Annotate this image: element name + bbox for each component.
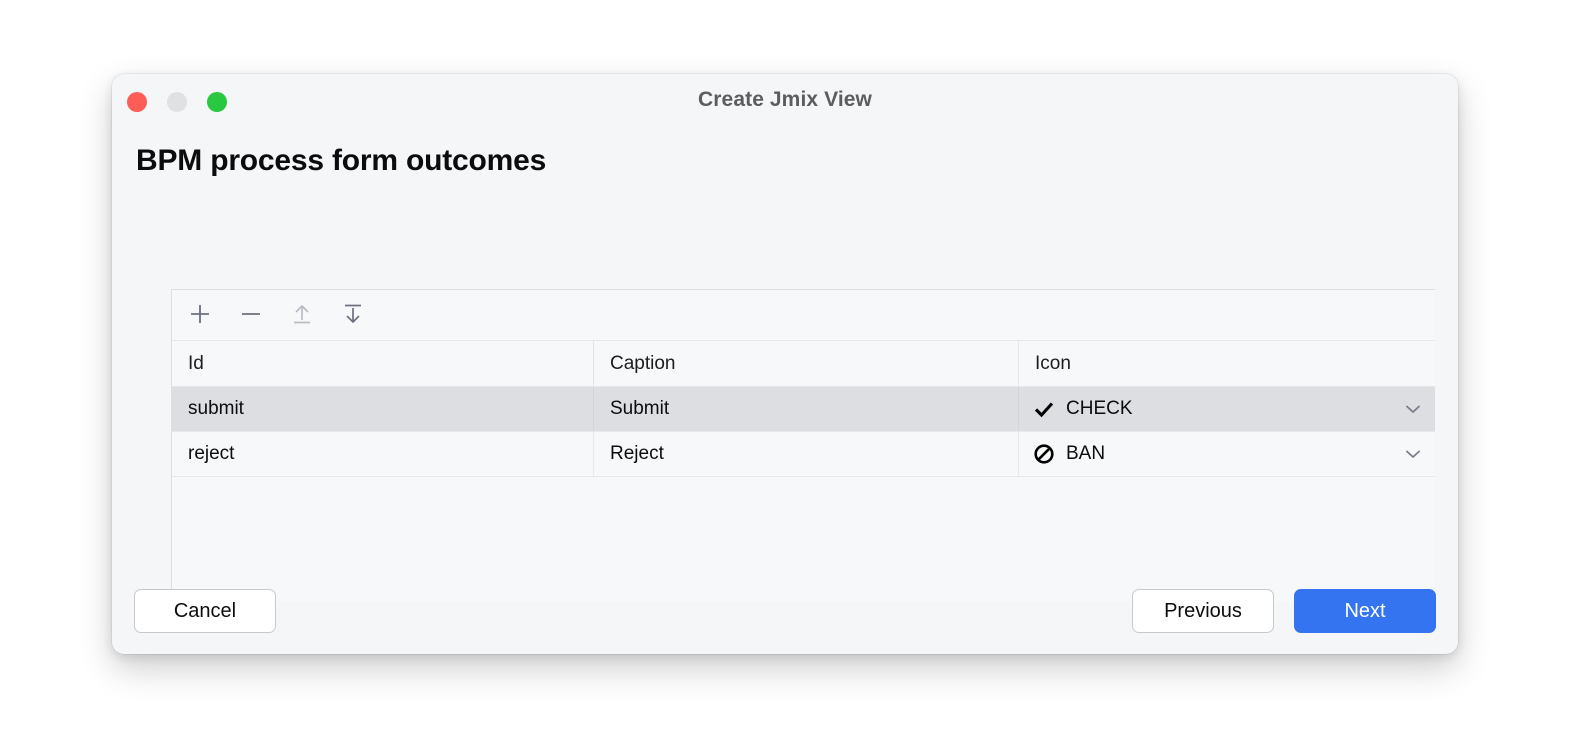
cell-icon[interactable]: BAN <box>1018 432 1435 476</box>
cell-id[interactable]: reject <box>172 432 593 476</box>
cell-caption[interactable]: Submit <box>593 387 1018 431</box>
cell-icon-label: CHECK <box>1066 398 1133 420</box>
move-down-button[interactable] <box>338 300 368 330</box>
table-row[interactable]: reject Reject BAN <box>172 432 1435 477</box>
next-button[interactable]: Next <box>1294 589 1436 633</box>
plus-icon <box>187 301 213 330</box>
table-toolbar <box>172 289 1435 341</box>
create-jmix-view-dialog: Create Jmix View BPM process form outcom… <box>112 74 1458 654</box>
chevron-down-icon[interactable] <box>1403 444 1423 464</box>
outcomes-table-panel: Id Caption Icon submit Submit CHECK <box>171 289 1435 602</box>
dialog-titlebar: Create Jmix View <box>112 74 1458 130</box>
column-header-icon[interactable]: Icon <box>1018 341 1435 386</box>
window-title: Create Jmix View <box>112 88 1458 112</box>
previous-button[interactable]: Previous <box>1132 589 1274 633</box>
column-header-caption[interactable]: Caption <box>593 341 1018 386</box>
cancel-button[interactable]: Cancel <box>134 589 276 633</box>
page-title: BPM process form outcomes <box>134 130 1436 178</box>
arrow-down-to-line-icon <box>340 301 366 330</box>
dialog-body: BPM process form outcomes <box>112 130 1458 654</box>
move-up-button[interactable] <box>287 300 317 330</box>
column-header-id[interactable]: Id <box>172 341 593 386</box>
minus-icon <box>238 301 264 330</box>
cell-icon[interactable]: CHECK <box>1018 387 1435 431</box>
check-icon <box>1033 398 1055 420</box>
ban-icon <box>1033 443 1055 465</box>
arrow-up-to-line-icon <box>289 301 315 330</box>
cell-id[interactable]: submit <box>172 387 593 431</box>
chevron-down-icon[interactable] <box>1403 399 1423 419</box>
add-row-button[interactable] <box>185 300 215 330</box>
cell-caption[interactable]: Reject <box>593 432 1018 476</box>
cell-icon-label: BAN <box>1066 443 1105 465</box>
remove-row-button[interactable] <box>236 300 266 330</box>
table-header-row: Id Caption Icon <box>172 341 1435 387</box>
dialog-footer: Cancel Previous Next <box>134 588 1436 634</box>
footer-right-actions: Previous Next <box>1132 589 1436 633</box>
desktop-background: Create Jmix View BPM process form outcom… <box>0 0 1586 731</box>
table-row[interactable]: submit Submit CHECK <box>172 387 1435 432</box>
